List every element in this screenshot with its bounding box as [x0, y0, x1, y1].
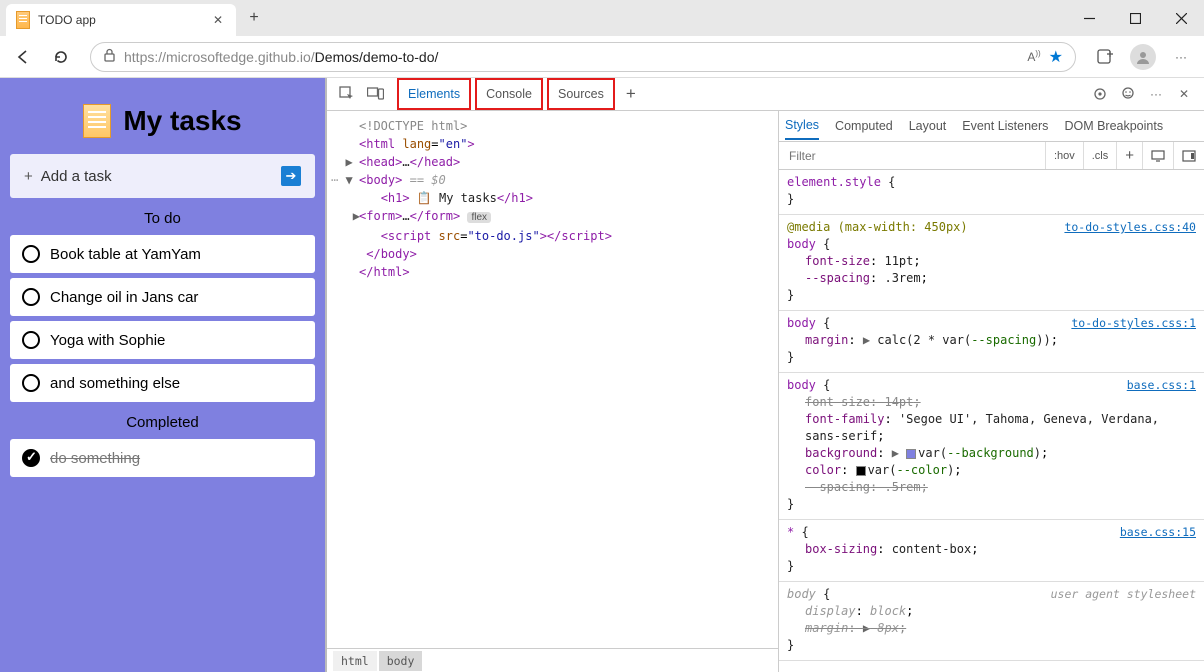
subtab-event-listeners[interactable]: Event Listeners: [962, 113, 1048, 139]
crumb-html[interactable]: html: [333, 651, 377, 671]
subtab-computed[interactable]: Computed: [835, 113, 893, 139]
breadcrumb: html body: [327, 648, 778, 672]
dom-tree[interactable]: <!DOCTYPE html> <html lang="en"> ▶<head>…: [327, 111, 778, 648]
add-tab-icon[interactable]: +: [617, 80, 645, 108]
styles-subtabs: Styles Computed Layout Event Listeners D…: [779, 111, 1204, 142]
browser-tab[interactable]: TODO app ✕: [6, 4, 236, 36]
rule-media-body[interactable]: to-do-styles.css:40 @media (max-width: 4…: [779, 215, 1204, 311]
window-controls: [1066, 2, 1204, 34]
more-options-icon[interactable]: ···: [1142, 80, 1170, 108]
cls-toggle[interactable]: .cls: [1083, 142, 1117, 169]
task-radio[interactable]: [22, 374, 40, 392]
task-item[interactable]: Book table at YamYam: [10, 235, 315, 273]
task-label: and something else: [50, 375, 180, 392]
css-rules-list[interactable]: element.style { } to-do-styles.css:40 @m…: [779, 170, 1204, 672]
devtools-panel: Elements Console Sources + ··· ✕ <!DOCTY…: [325, 78, 1204, 672]
new-rule-icon[interactable]: +: [1116, 142, 1142, 169]
todo-section-label: To do: [10, 198, 315, 235]
app-header: My tasks: [10, 88, 315, 154]
read-aloud-icon[interactable]: A)): [1027, 49, 1040, 64]
tab-elements[interactable]: Elements: [397, 78, 471, 110]
inspect-element-icon[interactable]: [333, 80, 361, 108]
add-task-input[interactable]: + Add a task ➔: [10, 154, 315, 198]
tab-sources[interactable]: Sources: [547, 78, 615, 110]
browser-toolbar: https://microsoftedge.github.io/Demos/de…: [0, 36, 1204, 78]
completed-section-label: Completed: [10, 402, 315, 439]
app-panel: My tasks + Add a task ➔ To do Book table…: [0, 78, 325, 672]
subtab-styles[interactable]: Styles: [785, 112, 819, 140]
app-title: My tasks: [123, 105, 241, 137]
more-menu-icon[interactable]: ···: [1164, 41, 1198, 73]
tab-title: TODO app: [38, 13, 202, 27]
source-link[interactable]: to-do-styles.css:1: [1071, 315, 1196, 332]
rule-body-base[interactable]: base.css:1 body { font-size: 14pt; font-…: [779, 373, 1204, 520]
tab-favicon: [16, 11, 30, 29]
styles-panel: Styles Computed Layout Event Listeners D…: [779, 111, 1204, 672]
feedback-icon[interactable]: [1114, 80, 1142, 108]
url-text: https://microsoftedge.github.io/Demos/de…: [124, 49, 1019, 65]
tab-strip: TODO app ✕ +: [0, 0, 1204, 36]
task-item[interactable]: Change oil in Jans car: [10, 278, 315, 316]
task-radio[interactable]: [22, 331, 40, 349]
close-devtools-icon[interactable]: ✕: [1170, 80, 1198, 108]
plus-icon: +: [24, 168, 33, 185]
close-window-button[interactable]: [1158, 2, 1204, 34]
submit-task-button[interactable]: ➔: [281, 166, 301, 186]
task-label: Yoga with Sophie: [50, 332, 165, 349]
rendering-icon[interactable]: [1173, 142, 1204, 169]
task-radio[interactable]: [22, 245, 40, 263]
devtools-tabbar: Elements Console Sources + ··· ✕: [327, 78, 1204, 111]
rule-body-margin[interactable]: to-do-styles.css:1 body { margin: ▶ calc…: [779, 311, 1204, 373]
subtab-layout[interactable]: Layout: [909, 113, 947, 139]
source-link[interactable]: base.css:15: [1120, 524, 1196, 541]
styles-filter-row: :hov .cls +: [779, 142, 1204, 170]
favorite-icon[interactable]: ★: [1049, 47, 1063, 67]
rule-star[interactable]: base.css:15 * { box-sizing: content-box;…: [779, 520, 1204, 582]
ua-source: user agent stylesheet: [1051, 586, 1196, 603]
doctype-node[interactable]: <!DOCTYPE html>: [359, 119, 467, 133]
app-logo-icon: [83, 104, 111, 138]
rule-element-style[interactable]: element.style { }: [779, 170, 1204, 215]
task-label: do something: [50, 450, 140, 467]
completed-list: do something: [10, 439, 315, 477]
task-label: Book table at YamYam: [50, 246, 201, 263]
task-label: Change oil in Jans car: [50, 289, 198, 306]
collections-icon[interactable]: [1088, 41, 1122, 73]
subtab-dom-breakpoints[interactable]: DOM Breakpoints: [1064, 113, 1163, 139]
task-item[interactable]: and something else: [10, 364, 315, 402]
source-link[interactable]: base.css:1: [1127, 377, 1196, 394]
back-button[interactable]: [6, 41, 40, 73]
rule-ua-body[interactable]: user agent stylesheet body { display: bl…: [779, 582, 1204, 661]
task-radio-checked[interactable]: [22, 449, 40, 467]
minimize-button[interactable]: [1066, 2, 1112, 34]
tab-close-icon[interactable]: ✕: [210, 12, 226, 28]
profile-avatar[interactable]: [1126, 41, 1160, 73]
hov-toggle[interactable]: :hov: [1045, 142, 1083, 169]
crumb-body[interactable]: body: [379, 651, 423, 671]
source-link[interactable]: to-do-styles.css:40: [1064, 219, 1196, 236]
settings-icon[interactable]: [1086, 80, 1114, 108]
tab-console[interactable]: Console: [475, 78, 543, 110]
flex-badge[interactable]: flex: [467, 212, 491, 223]
computed-toggle-icon[interactable]: [1142, 142, 1173, 169]
task-item[interactable]: Yoga with Sophie: [10, 321, 315, 359]
maximize-button[interactable]: [1112, 2, 1158, 34]
refresh-button[interactable]: [44, 41, 78, 73]
lock-icon: [103, 48, 116, 65]
dom-panel: <!DOCTYPE html> <html lang="en"> ▶<head>…: [327, 111, 779, 672]
task-radio[interactable]: [22, 288, 40, 306]
task-item[interactable]: do something: [10, 439, 315, 477]
add-task-placeholder: Add a task: [41, 168, 112, 185]
styles-filter-input[interactable]: [779, 149, 1045, 163]
device-toggle-icon[interactable]: [361, 80, 389, 108]
new-tab-button[interactable]: +: [240, 4, 268, 32]
address-bar[interactable]: https://microsoftedge.github.io/Demos/de…: [90, 42, 1076, 72]
todo-list: Book table at YamYam Change oil in Jans …: [10, 235, 315, 402]
